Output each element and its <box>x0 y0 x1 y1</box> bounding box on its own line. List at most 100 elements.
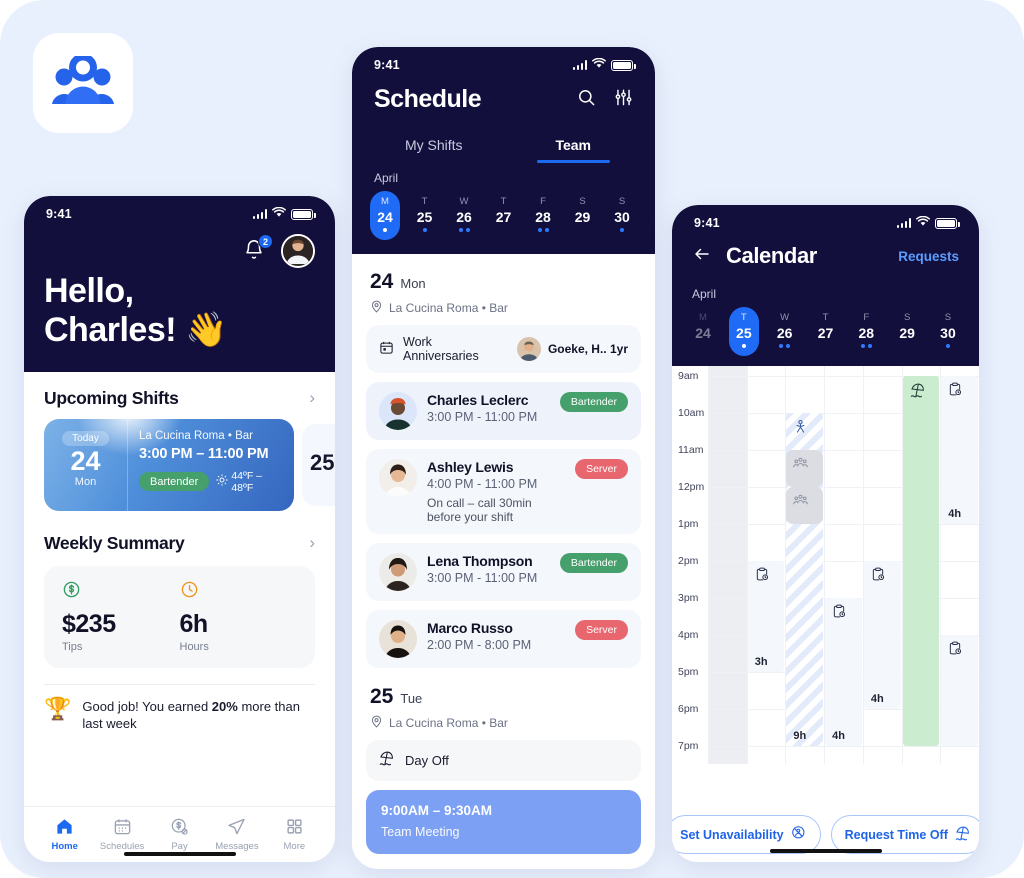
date-cell-30[interactable]: S 30 <box>607 191 637 240</box>
shift-list-item[interactable]: Marco Russo 2:00 PM - 8:00 PM Server <box>366 610 641 668</box>
shift-person-time: 4:00 PM - 11:00 PM <box>427 477 538 491</box>
date-dots <box>933 344 963 350</box>
calendar-event-hours: 4h <box>948 508 962 520</box>
calendar-event-block[interactable]: 4h <box>941 376 978 524</box>
shift-carousel[interactable]: 25 Today 24 Mon La Cucina Roma • Bar 3:0… <box>24 418 335 517</box>
sliders-filter-icon[interactable] <box>614 88 633 112</box>
date-number: 25 <box>736 325 752 341</box>
avatar <box>379 392 417 430</box>
team-shift-list: Charles Leclerc 3:00 PM - 11:00 PM Bartend… <box>366 382 641 668</box>
shift-person-time: 2:00 PM - 8:00 PM <box>427 638 532 652</box>
calendar-hour-label: 9am <box>678 370 699 382</box>
calendar-meeting-block[interactable] <box>786 487 824 524</box>
month-label: April <box>692 287 717 301</box>
wifi-icon <box>272 206 286 221</box>
tab-home[interactable]: Home <box>36 816 93 852</box>
date-cell-28[interactable]: F 28 <box>528 191 558 240</box>
weekly-summary-header[interactable]: Weekly Summary › <box>24 517 335 564</box>
calendar-hour-label: 2pm <box>678 555 699 567</box>
requests-button[interactable]: Requests <box>898 249 959 264</box>
cellular-bars-icon <box>252 209 267 219</box>
meeting-time: 9:00AM – 9:30AM <box>381 803 493 818</box>
anniversary-avatar <box>516 337 541 361</box>
date-cell-30[interactable]: S 30 <box>933 307 963 356</box>
arrow-left-icon[interactable] <box>692 245 712 268</box>
team-meeting-icon <box>793 493 809 513</box>
date-cell-25[interactable]: T 25 <box>728 307 759 356</box>
tab-schedules[interactable]: Schedules <box>93 816 150 852</box>
upcoming-shift-card[interactable]: Today 24 Mon La Cucina Roma • Bar 3:00 P… <box>44 418 294 511</box>
date-cell-29[interactable]: S 29 <box>892 307 922 356</box>
date-cell-27[interactable]: T 27 <box>489 191 519 240</box>
tab-pay[interactable]: Pay <box>151 816 208 852</box>
date-number: 24 <box>695 325 711 341</box>
tab-my-shifts[interactable]: My Shifts <box>364 128 504 163</box>
tab-more[interactable]: More <box>266 816 323 852</box>
tab-pay-label: Pay <box>171 840 188 852</box>
calendar-event-hours: 4h <box>832 730 845 742</box>
calendar-hour-label: 4pm <box>678 629 699 641</box>
calendar-hour-label: 10am <box>678 407 705 419</box>
calendar-event-block[interactable] <box>941 635 978 746</box>
date-dow: T <box>421 196 428 207</box>
status-time: 9:41 <box>374 58 400 72</box>
beach-umbrella-icon <box>910 382 926 403</box>
date-strip-days: M 24 T 25 W 26 T 27 F 28 S 29 S 30 <box>364 191 643 240</box>
date-dots <box>568 228 598 234</box>
upcoming-shifts-title: Upcoming Shifts <box>44 387 179 408</box>
today-badge: Today <box>62 430 109 446</box>
date-dots <box>528 228 558 234</box>
date-cell-24[interactable]: M 24 <box>688 307 718 356</box>
calendar-event-block[interactable]: 4h <box>825 598 862 746</box>
home-hero: 9:41 2 Hello, Charles! 👋 <box>24 196 335 372</box>
date-cell-25[interactable]: T 25 <box>410 191 440 240</box>
date-dots <box>607 228 637 234</box>
date-cell-28[interactable]: F 28 <box>851 307 881 356</box>
date-dots <box>770 344 800 350</box>
tab-messages[interactable]: Messages <box>208 816 265 852</box>
day-header-24: 24 Mon <box>366 266 641 294</box>
notifications-button[interactable]: 2 <box>243 234 273 263</box>
date-number: 27 <box>495 209 512 225</box>
calendar-column-line <box>708 366 709 764</box>
status-bar: 9:41 <box>24 196 335 226</box>
calendar-grid[interactable]: 9am 10am 11am 12pm 1pm 2pm 3pm 4pm 5pm 6pm 7pm9am 1… <box>672 366 979 764</box>
calendar-event-block[interactable]: 4h <box>863 561 901 709</box>
shift-list-item[interactable]: Lena Thompson 3:00 PM - 11:00 PM Bartender <box>366 543 641 601</box>
date-cell-26[interactable]: W 26 <box>770 307 800 356</box>
calendar-hour-label: 6pm <box>678 703 699 715</box>
anniversary-person: Goeke, H.. 1yr <box>547 342 628 356</box>
next-shift-card-peek[interactable]: 25 <box>302 423 335 506</box>
search-icon[interactable] <box>577 88 596 112</box>
date-cell-27[interactable]: T 27 <box>810 307 840 356</box>
calendar-event-block[interactable]: 3h <box>747 561 785 672</box>
date-cell-29[interactable]: S 29 <box>568 191 598 240</box>
shift-list-item[interactable]: Ashley Lewis 4:00 PM - 11:00 PM On call – … <box>366 449 641 534</box>
home-indicator <box>123 851 236 856</box>
date-number: 28 <box>535 209 551 225</box>
avatar[interactable] <box>281 234 315 268</box>
date-dow: T <box>822 312 829 323</box>
date-cell-26[interactable]: W 26 <box>449 191 479 240</box>
tab-team[interactable]: Team <box>504 128 644 163</box>
request-time-off-label: Request Time Off <box>844 827 948 842</box>
goodjob-highlight: 20% <box>211 698 238 714</box>
shift-person-name: Ashley Lewis <box>427 459 514 475</box>
calendar-hour-label: 5pm <box>678 666 699 678</box>
chevron-right-icon[interactable]: › <box>309 388 315 408</box>
day-off-row[interactable]: Day Off <box>366 740 641 781</box>
calendar-meeting-block[interactable] <box>786 450 824 487</box>
date-cell-24[interactable]: M 24 <box>370 191 400 240</box>
shift-list-item[interactable]: Charles Leclerc 3:00 PM - 11:00 PM Bartend… <box>366 382 641 440</box>
status-bar: 9:41 <box>672 205 979 235</box>
calendar-event-block[interactable] <box>902 376 940 746</box>
work-anniversaries-row[interactable]: Work Anniversaries Goeke, H.. 1yr <box>366 325 641 373</box>
shift-time: 3:00 PM – 11:00 PM <box>139 445 269 462</box>
goodjob-text-before: Good job! You earned <box>82 698 212 714</box>
upcoming-shifts-header[interactable]: Upcoming Shifts › <box>24 372 335 419</box>
team-meeting-card[interactable]: 9:00AM – 9:30AM Team Meeting <box>366 790 641 854</box>
chevron-right-icon[interactable]: › <box>309 533 315 553</box>
day-location-text: La Cucina Roma • Bar <box>389 301 508 315</box>
stat-hours-value: 6h <box>179 609 209 638</box>
tab-messages-label: Messages <box>215 840 259 852</box>
